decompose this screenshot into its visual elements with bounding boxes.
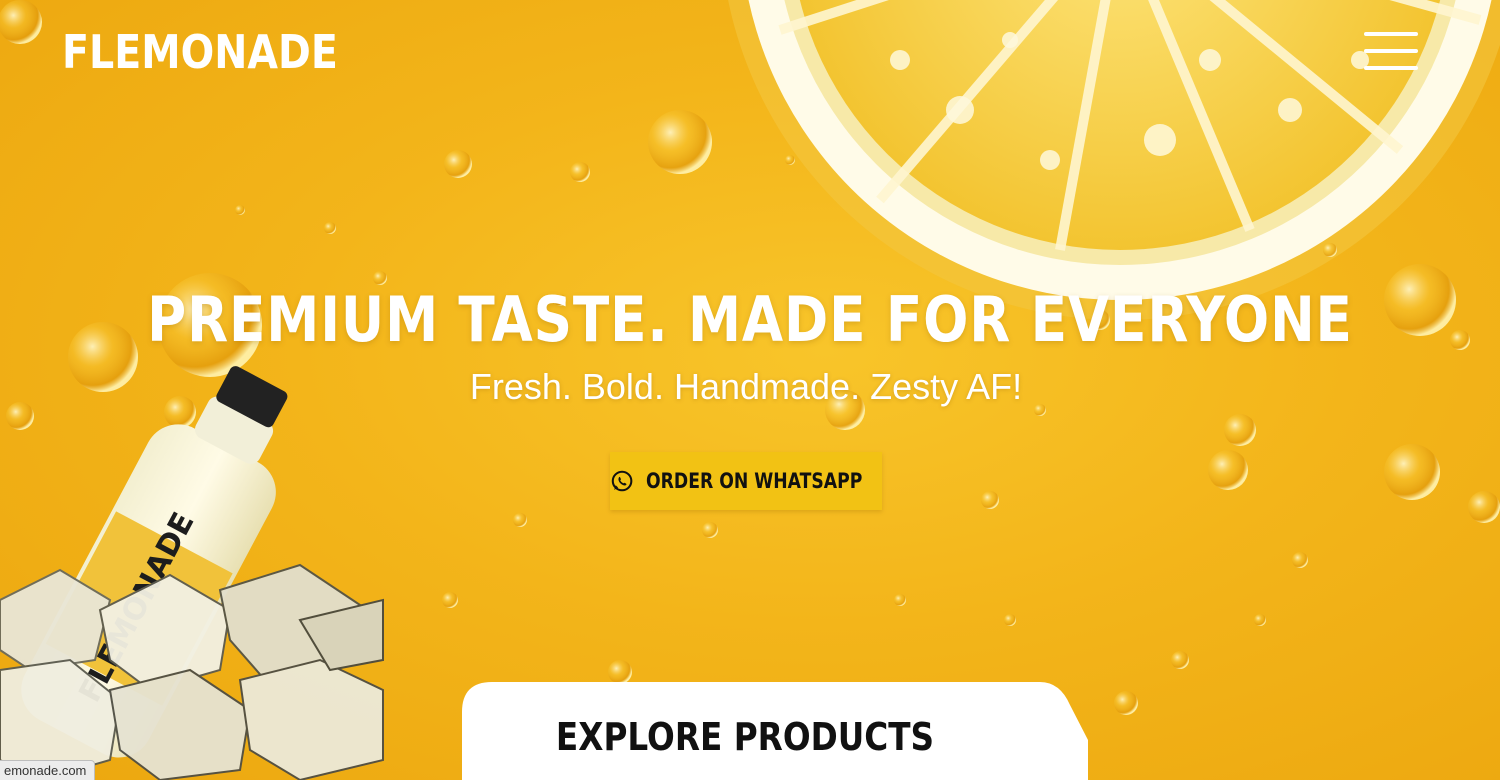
status-bar-url: emonade.com [0,760,96,780]
order-on-whatsapp-button[interactable]: ORDER ON WHATSAPP [610,452,882,510]
hamburger-menu-icon [1364,66,1418,70]
site-logo[interactable]: FLEMONADE [62,24,338,80]
hero-section: FLEMONADE FLEMONADE PREMIUM TASTE. MADE … [0,0,1500,780]
explore-products-heading[interactable]: EXPLORE PRODUCTS [104,715,1385,759]
hero-subheadline: Fresh. Bold. Handmade. Zesty AF! [469,366,1023,407]
hamburger-menu-icon [1364,49,1418,53]
whatsapp-icon [611,470,633,492]
hero-headline: PREMIUM TASTE. MADE FOR EVERYONE [147,283,1353,356]
hamburger-menu-button[interactable] [1364,30,1418,72]
hamburger-menu-icon [1364,32,1418,36]
order-button-label: ORDER ON WHATSAPP [646,469,863,493]
